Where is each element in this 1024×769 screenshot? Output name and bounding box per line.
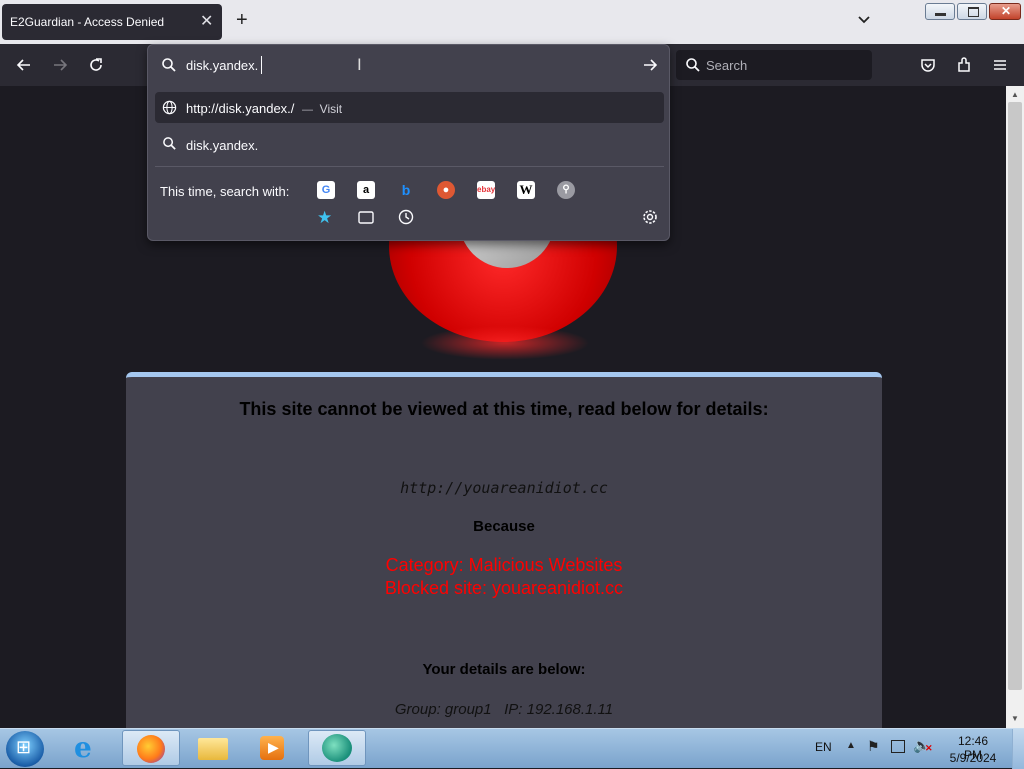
tab-strip: E2Guardian - Access Denied ✕ + ✕	[0, 0, 1024, 44]
details-heading: Your details are below:	[422, 661, 586, 678]
blocked-site: Blocked site: youareanidiot.cc	[384, 578, 624, 598]
suggestion-action: Visit	[319, 102, 343, 116]
wikipedia-icon[interactable]: W	[517, 181, 535, 199]
show-desktop-button[interactable]	[1012, 729, 1024, 769]
block-category: Category: Malicious Websites	[385, 555, 623, 575]
taskbar-internet-explorer[interactable]: e	[60, 730, 118, 766]
start-button[interactable]: ⊞	[6, 731, 44, 767]
search-icon	[163, 137, 176, 150]
url-bar-dropdown: disk.yandex. I http://disk.yandex./ — Vi…	[147, 44, 670, 241]
tab-title: E2Guardian - Access Denied	[10, 15, 165, 29]
taskbar-media-player[interactable]: ▶	[244, 730, 302, 766]
chevron-down-icon[interactable]	[856, 12, 872, 28]
duckduckgo-icon[interactable]: ●	[437, 181, 455, 199]
taskbar-explorer[interactable]	[184, 730, 242, 766]
suggestion-visit-row[interactable]: http://disk.yandex./ — Visit	[155, 92, 664, 123]
taskbar: ⊞ e ▶ EN ▲ ⚑ 🔈 ✕ 12:46 PM 5/9/2024	[0, 728, 1024, 769]
tab-active[interactable]: E2Guardian - Access Denied ✕	[2, 4, 222, 40]
extensions-icon[interactable]	[955, 56, 973, 74]
globe-icon	[162, 100, 177, 115]
bing-icon[interactable]: b	[397, 181, 415, 199]
folder-icon	[198, 738, 228, 760]
suggestion-separator: —	[302, 104, 314, 116]
network-icon[interactable]	[891, 740, 905, 753]
language-indicator[interactable]: EN	[815, 740, 832, 754]
block-message-panel: This site cannot be viewed at this time,…	[126, 372, 882, 728]
search-icon	[686, 58, 700, 72]
new-tab-icon[interactable]: +	[236, 10, 248, 30]
ebay-icon[interactable]: ebay	[477, 181, 495, 199]
restore-button[interactable]	[957, 3, 987, 20]
media-player-icon: ▶	[260, 736, 284, 760]
taskbar-app[interactable]	[308, 730, 366, 766]
suggestion-search-row[interactable]: disk.yandex.	[186, 138, 258, 153]
go-arrow-icon[interactable]	[642, 57, 658, 73]
close-tab-icon[interactable]: ✕	[200, 11, 213, 31]
app-icon	[322, 734, 352, 762]
reload-icon[interactable]	[87, 56, 105, 74]
scroll-thumb[interactable]	[1008, 102, 1022, 690]
internet-explorer-icon: e	[74, 731, 92, 764]
action-center-flag-icon[interactable]: ⚑	[867, 738, 880, 755]
minimize-button[interactable]	[925, 3, 955, 20]
tabs-icon[interactable]	[358, 211, 374, 224]
amazon-icon[interactable]: a	[357, 181, 375, 199]
page-scrollbar[interactable]: ▲ ▼	[1006, 86, 1024, 728]
search-placeholder: Search	[706, 58, 748, 73]
firefox-icon	[137, 735, 165, 763]
history-icon[interactable]	[398, 209, 414, 225]
block-heading: This site cannot be viewed at this time,…	[239, 399, 769, 419]
forward-icon[interactable]	[51, 56, 69, 74]
show-hidden-icons-icon[interactable]: ▲	[846, 740, 856, 751]
group-ip: Group: group1 IP: 192.168.1.11	[394, 701, 614, 718]
search-bar[interactable]: Search	[676, 50, 872, 80]
taskbar-firefox[interactable]	[122, 730, 180, 766]
google-icon[interactable]: G	[317, 181, 335, 199]
suggestion-url: http://disk.yandex./	[186, 101, 295, 116]
gear-icon[interactable]	[642, 209, 658, 225]
scroll-up-icon[interactable]: ▲	[1011, 90, 1019, 99]
window-close-button[interactable]: ✕	[989, 3, 1021, 20]
clock-date[interactable]: 5/9/2024	[948, 751, 998, 765]
text-caret	[261, 56, 262, 74]
logo-glow	[420, 326, 590, 360]
blocked-url: http://youareanidiot.cc	[400, 479, 608, 497]
search-with-label: This time, search with:	[160, 184, 290, 199]
scroll-down-icon[interactable]: ▼	[1011, 714, 1019, 723]
bookmarks-icon[interactable]: ★	[317, 208, 332, 228]
pocket-icon[interactable]	[919, 56, 937, 74]
menu-icon[interactable]	[991, 56, 1009, 74]
windows-logo-icon: ⊞	[16, 737, 32, 757]
divider	[155, 166, 664, 167]
because-label: Because	[473, 518, 535, 535]
ibeam-cursor-icon: I	[357, 55, 362, 74]
url-input[interactable]: disk.yandex.	[186, 58, 258, 73]
search-engine-icon[interactable]: ⚲	[557, 181, 575, 199]
back-icon[interactable]	[15, 56, 33, 74]
muted-x-icon: ✕	[925, 743, 933, 753]
search-icon	[162, 58, 176, 72]
